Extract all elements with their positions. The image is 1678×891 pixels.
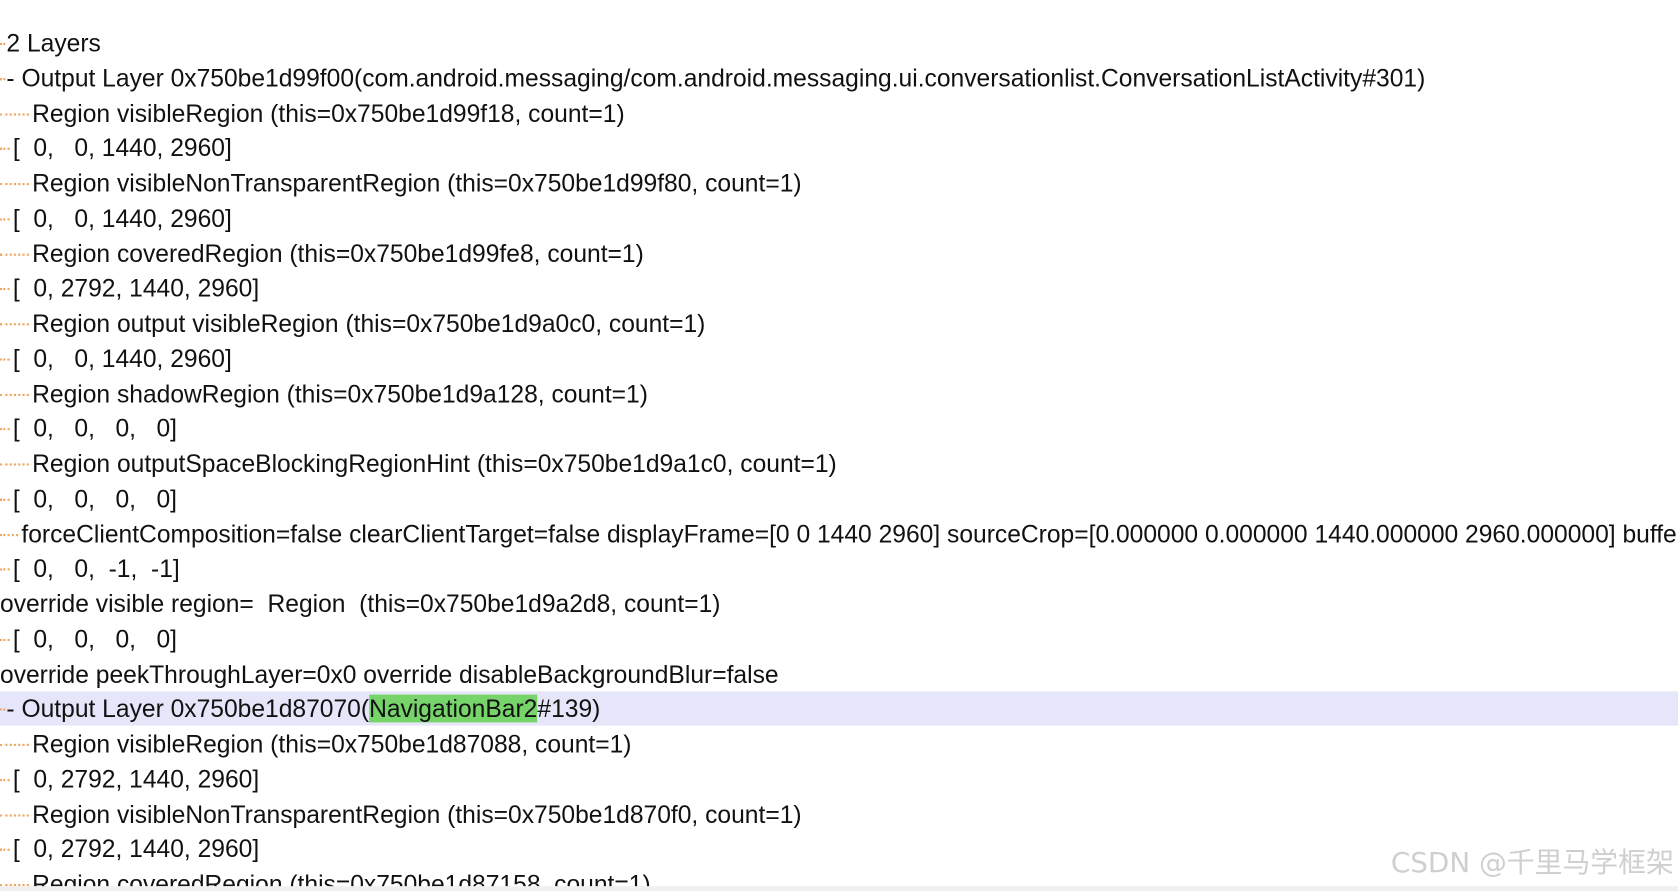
- tree-row[interactable]: [ 0, 0, -1, -1]: [0, 551, 1678, 585]
- row-text: Region visibleRegion (this=0x750be1d99f1…: [32, 96, 625, 130]
- row-label: [ 0, 0, 1440, 2960]: [12, 344, 232, 373]
- tree-connector: [0, 393, 29, 396]
- row-label: [ 0, 0, 0, 0]: [12, 484, 178, 513]
- tree-row[interactable]: [ 0, 0, 1440, 2960]: [0, 341, 1678, 375]
- tree-connector: [0, 323, 29, 326]
- row-label: - Output Layer 0x750be1d87070(: [6, 694, 370, 723]
- tree-row[interactable]: Region outputSpaceBlockingRegionHint (th…: [0, 446, 1678, 480]
- row-text: Region visibleNonTransparentRegion (this…: [32, 797, 801, 831]
- row-text: Region shadowRegion (this=0x750be1d9a128…: [32, 376, 648, 410]
- row-text: Region visibleRegion (this=0x750be1d8708…: [32, 727, 631, 761]
- row-text: [ 0, 2792, 1440, 2960]: [13, 762, 259, 796]
- tree-row[interactable]: Region visibleNonTransparentRegion (this…: [0, 166, 1678, 200]
- tree-row[interactable]: [ 0, 2792, 1440, 2960]: [0, 271, 1678, 305]
- tree-connector: [0, 708, 4, 711]
- row-suffix: #139): [537, 694, 601, 723]
- tree-connector: [0, 183, 29, 186]
- tree-connector: [0, 77, 4, 80]
- watermark: CSDN @千里马学框架: [1390, 847, 1674, 880]
- row-label: Region outputSpaceBlockingRegionHint (th…: [32, 449, 837, 478]
- search-highlight: NavigationBar2: [369, 694, 538, 723]
- row-label: Region visibleNonTransparentRegion (this…: [32, 799, 802, 828]
- row-text: [ 0, 0, 1440, 2960]: [13, 201, 232, 235]
- row-text: Region output visibleRegion (this=0x750b…: [32, 306, 705, 340]
- tree-row[interactable]: Region shadowRegion (this=0x750be1d9a128…: [0, 376, 1678, 410]
- tree-connector: [0, 638, 10, 641]
- tree-row[interactable]: Region coveredRegion (this=0x750be1d99fe…: [0, 236, 1678, 270]
- tree-connector: [0, 463, 29, 466]
- tree-connector: [0, 42, 4, 45]
- tree-row[interactable]: [ 0, 0, 0, 0]: [0, 411, 1678, 445]
- row-label: - Output Layer 0x750be1d99f00(com.androi…: [6, 63, 1426, 92]
- tree-connector: [0, 253, 29, 256]
- row-label: 2 Layers: [6, 28, 101, 57]
- row-text: override visible region= Region (this=0x…: [0, 586, 720, 620]
- tree-connector: [0, 498, 10, 501]
- tree-connector: [0, 288, 10, 291]
- row-text: [ 0, 0, 0, 0]: [13, 622, 177, 656]
- row-label: [ 0, 0, 1440, 2960]: [12, 204, 232, 232]
- tree-row[interactable]: [ 0, 0, 0, 0]: [0, 481, 1678, 515]
- row-text: Region coveredRegion (this=0x750be1d99fe…: [32, 236, 644, 270]
- tree-row[interactable]: Region visibleRegion (this=0x750be1d99f1…: [0, 96, 1678, 130]
- tree-row[interactable]: override visible region= Region (this=0x…: [0, 586, 1678, 620]
- tree-connector: [0, 533, 19, 536]
- tree-connector: [0, 147, 10, 151]
- tree-row[interactable]: [ 0, 0, 1440, 2960]: [0, 131, 1678, 165]
- row-label: [ 0, 2792, 1440, 2960]: [12, 835, 260, 863]
- row-label: [ 0, 0, 1440, 2960]: [12, 134, 232, 162]
- row-label: override peekThroughLayer=0x0 override d…: [0, 659, 779, 688]
- horizontal-scrollbar[interactable]: [0, 886, 1678, 891]
- row-text: Region outputSpaceBlockingRegionHint (th…: [32, 446, 837, 480]
- row-text: [ 0, 0, 1440, 2960]: [13, 341, 232, 375]
- tree-connector: [0, 112, 29, 116]
- row-text: [ 0, 2792, 1440, 2960]: [13, 832, 259, 866]
- tree-row[interactable]: Region output visibleRegion (this=0x750b…: [0, 306, 1678, 340]
- tree-connector: [0, 778, 10, 781]
- row-text: [ 0, 0, 0, 0]: [13, 411, 177, 445]
- row-text: [ 0, 0, -1, -1]: [13, 551, 180, 585]
- log-viewer: 2 Layers - Output Layer 0x750be1d99f00(co…: [0, 0, 1678, 891]
- tree-row[interactable]: forceClientComposition=false clearClient…: [0, 516, 1678, 550]
- row-text: - Output Layer 0x750be1d99f00(com.androi…: [6, 61, 1425, 95]
- row-label: override visible region= Region (this=0x…: [0, 589, 721, 618]
- row-text: override peekThroughLayer=0x0 override d…: [0, 657, 779, 691]
- tree-row[interactable]: - Output Layer 0x750be1d99f00(com.androi…: [0, 61, 1678, 95]
- tree-row[interactable]: [ 0, 2792, 1440, 2960]: [0, 762, 1678, 796]
- tree-connector: [0, 428, 10, 431]
- tree-connector: [0, 218, 10, 221]
- row-text: forceClientComposition=false clearClient…: [21, 516, 1678, 550]
- row-label: [ 0, 0, -1, -1]: [12, 554, 180, 583]
- tree-row[interactable]: override peekThroughLayer=0x0 override d…: [0, 657, 1678, 691]
- tree-row[interactable]: Region visibleNonTransparentRegion (this…: [0, 797, 1678, 831]
- tree-row[interactable]: 2 Layers: [0, 26, 1678, 60]
- tree-connector: [0, 813, 29, 817]
- row-label: [ 0, 0, 0, 0]: [12, 414, 178, 443]
- row-text: Region visibleNonTransparentRegion (this…: [32, 166, 801, 200]
- row-text: - Output Layer 0x750be1d87070(Navigation…: [6, 692, 600, 726]
- row-text: [ 0, 0, 0, 0]: [13, 481, 177, 515]
- tree-row[interactable]: Region visibleRegion (this=0x750be1d8708…: [0, 727, 1678, 761]
- row-label: Region visibleRegion (this=0x750be1d8708…: [32, 729, 632, 758]
- row-text: 2 Layers: [6, 26, 100, 60]
- tree-connector: [0, 568, 10, 571]
- row-label: [ 0, 2792, 1440, 2960]: [12, 274, 260, 303]
- tree-connector: [0, 358, 10, 361]
- tree-connector: [0, 848, 10, 852]
- row-text: [ 0, 2792, 1440, 2960]: [13, 271, 259, 305]
- row-label: Region coveredRegion (this=0x750be1d99fe…: [32, 239, 644, 268]
- row-label: Region visibleNonTransparentRegion (this…: [32, 169, 802, 197]
- row-label: Region shadowRegion (this=0x750be1d9a128…: [32, 379, 648, 408]
- row-label: [ 0, 0, 0, 0]: [12, 624, 178, 653]
- row-label: Region output visibleRegion (this=0x750b…: [32, 309, 706, 338]
- row-text: [ 0, 0, 1440, 2960]: [13, 131, 232, 165]
- row-label: Region visibleRegion (this=0x750be1d99f1…: [32, 98, 625, 127]
- row-label: forceClientComposition=false clearClient…: [21, 519, 1678, 548]
- tree-row[interactable]: [ 0, 0, 1440, 2960]: [0, 201, 1678, 235]
- tree-row[interactable]: [ 0, 0, 0, 0]: [0, 622, 1678, 656]
- tree-row[interactable]: - Output Layer 0x750be1d87070(Navigation…: [0, 691, 1678, 726]
- tree-connector: [0, 743, 29, 746]
- row-label: [ 0, 2792, 1440, 2960]: [12, 764, 260, 793]
